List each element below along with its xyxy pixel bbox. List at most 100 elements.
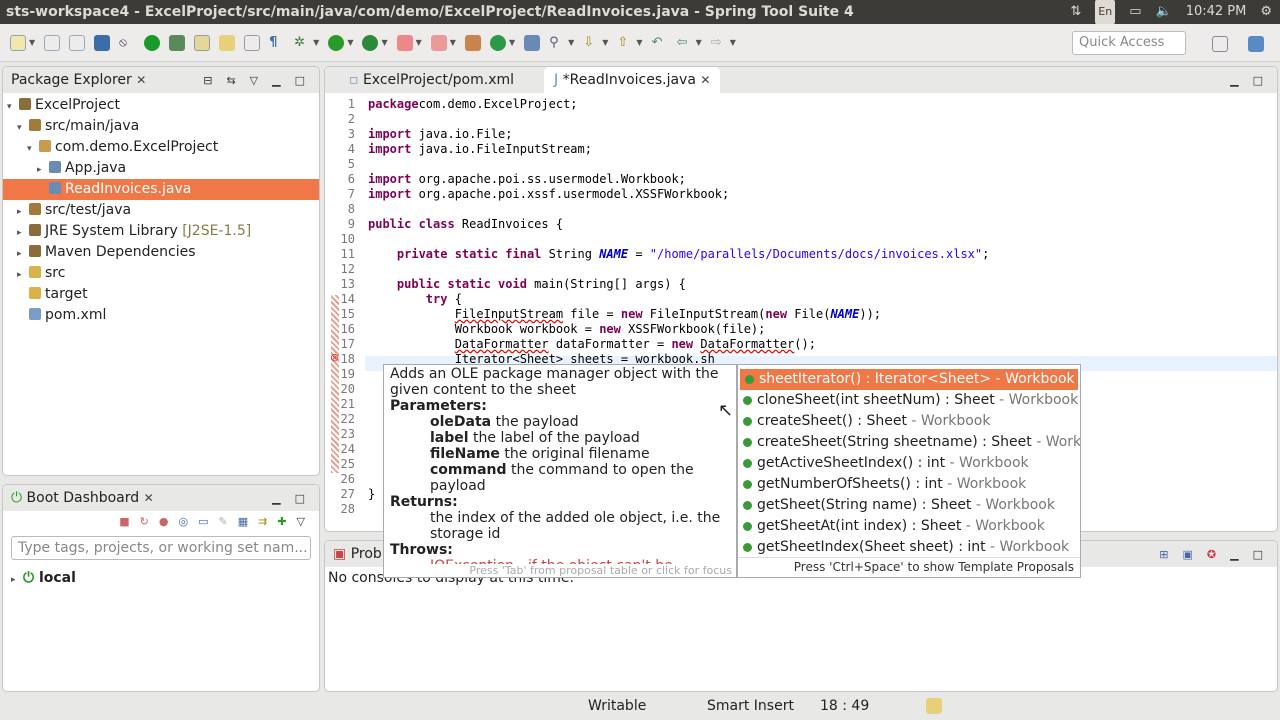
progress-icon[interactable]: [926, 698, 942, 714]
expand-arrow-icon[interactable]: ▸: [17, 202, 29, 223]
terminal-icon[interactable]: [94, 34, 111, 51]
code-line[interactable]: FileInputStream file = new FileInputStre…: [368, 307, 881, 321]
code-line[interactable]: }: [368, 487, 375, 501]
quick-access-input[interactable]: Quick Access: [1072, 31, 1186, 55]
tab-pom-xml[interactable]: ▫ ExcelProject/pom.xml: [325, 72, 538, 88]
edit-icon[interactable]: ✎: [218, 515, 227, 528]
maximize-icon[interactable]: □: [295, 74, 305, 87]
new-class-icon[interactable]: [489, 34, 506, 51]
minimize-icon[interactable]: ▁: [1230, 548, 1238, 561]
collapse-all-icon[interactable]: ⊟: [203, 74, 212, 87]
close-icon[interactable]: ✕: [144, 491, 154, 505]
battery-icon[interactable]: ▭: [1129, 0, 1141, 24]
forward-icon[interactable]: ⇨: [711, 35, 727, 51]
chevron-down-icon[interactable]: ▼: [450, 38, 456, 47]
chevron-down-icon[interactable]: ▼: [381, 38, 387, 47]
save-icon[interactable]: [44, 34, 61, 51]
javadoc-popup[interactable]: Adds an OLE package manager object with …: [383, 364, 737, 578]
chevron-down-icon[interactable]: ▼: [636, 38, 642, 47]
chevron-down-icon[interactable]: ▼: [29, 38, 35, 47]
open-perspective-icon[interactable]: [1212, 36, 1228, 52]
expand-arrow-icon[interactable]: ▸: [17, 265, 29, 286]
proposal-item[interactable]: getSheetAt(int index) : Sheet - Workbook: [738, 516, 1080, 537]
chevron-down-icon[interactable]: ▼: [313, 38, 319, 47]
mark-occurrences-icon[interactable]: [194, 34, 211, 51]
java-perspective-icon[interactable]: [1248, 36, 1264, 52]
open-browser-icon[interactable]: ◎: [178, 515, 188, 528]
debug-icon[interactable]: ✲: [294, 35, 310, 51]
next-annotation-icon[interactable]: ⇩: [583, 35, 599, 51]
toggle-annotation-icon[interactable]: [219, 34, 236, 51]
volume-icon[interactable]: 🔈: [1156, 0, 1172, 24]
code-line[interactable]: import org.apache.poi.ss.usermodel.Workb…: [368, 172, 686, 186]
tree-item[interactable]: ▸ src/test/java: [3, 200, 319, 221]
template-proposals-hint[interactable]: Press 'Ctrl+Space' to show Template Prop…: [738, 557, 1080, 577]
code-line[interactable]: packagecom.demo.ExcelProject;: [368, 97, 578, 111]
chevron-down-icon[interactable]: ▼: [602, 38, 608, 47]
stop-icon[interactable]: ■: [119, 515, 129, 528]
minimize-icon[interactable]: ▁: [1230, 74, 1238, 87]
tree-item[interactable]: ▾ com.demo.ExcelProject: [3, 137, 319, 158]
tree-item[interactable]: pom.xml: [3, 305, 319, 326]
link-editor-icon[interactable]: ⇆: [226, 74, 235, 87]
console-icon[interactable]: ▭: [198, 515, 208, 528]
code-line[interactable]: public class ReadInvoices {: [368, 217, 563, 231]
package-explorer-tab[interactable]: Package Explorer ✕: [11, 72, 146, 88]
maximize-icon[interactable]: □: [1253, 74, 1263, 87]
new-package-icon[interactable]: [464, 34, 481, 51]
tree-item[interactable]: ▾ ExcelProject: [3, 95, 319, 116]
maximize-icon[interactable]: □: [295, 492, 305, 505]
code-line[interactable]: import java.io.File;: [368, 127, 513, 141]
expose-icon[interactable]: ⇉: [258, 515, 267, 528]
tree-item[interactable]: target: [3, 284, 319, 305]
run-icon[interactable]: [328, 34, 345, 51]
stop-icon[interactable]: [396, 34, 413, 51]
code-line[interactable]: DataFormatter dataFormatter = new DataFo…: [368, 337, 816, 351]
skip-breakpoints-icon[interactable]: ⦸: [119, 35, 135, 51]
close-icon[interactable]: ✕: [700, 73, 710, 87]
keyboard-language[interactable]: En: [1095, 0, 1116, 24]
code-line[interactable]: Workbook workbook = new XSSFWorkbook(fil…: [368, 322, 766, 336]
block-selection-icon[interactable]: [244, 34, 261, 51]
tree-item[interactable]: ReadInvoices.java: [3, 179, 319, 200]
minimize-icon[interactable]: ▁: [272, 492, 280, 505]
last-edit-icon[interactable]: ↶: [652, 35, 668, 51]
network-icon[interactable]: ⇅: [1070, 0, 1081, 24]
proposal-item[interactable]: getSheetIndex(Sheet sheet) : int - Workb…: [738, 537, 1080, 558]
view-menu-icon[interactable]: ▽: [297, 515, 305, 528]
show-whitespace-icon[interactable]: ¶: [269, 35, 285, 51]
expand-arrow-icon[interactable]: ▸: [17, 223, 29, 244]
proposal-item[interactable]: getNumberOfSheets() : int - Workbook: [738, 474, 1080, 495]
run-external-icon[interactable]: [362, 34, 379, 51]
open-folder-icon[interactable]: [524, 34, 541, 51]
tab-problems[interactable]: ▣ Probl: [333, 546, 386, 562]
chevron-down-icon[interactable]: ▼: [730, 38, 736, 47]
proposal-item[interactable]: sheetIterator() : Iterator<Sheet> - Work…: [740, 369, 1078, 390]
code-line[interactable]: public static void main(String[] args) {: [368, 277, 686, 291]
restart-icon[interactable]: ↻: [140, 515, 149, 528]
chevron-down-icon[interactable]: ▼: [347, 38, 353, 47]
close-icon[interactable]: ✕: [136, 73, 146, 87]
expand-arrow-icon[interactable]: ▸: [37, 160, 49, 181]
proposal-item[interactable]: getActiveSheetIndex() : int - Workbook: [738, 453, 1080, 474]
maximize-icon[interactable]: □: [1253, 548, 1263, 561]
tab-readinvoices-java[interactable]: J *ReadInvoices.java ✕: [544, 67, 721, 93]
tree-item[interactable]: ▾ src/main/java: [3, 116, 319, 137]
clock[interactable]: 10:42 PM: [1186, 0, 1247, 24]
save-all-icon[interactable]: [69, 34, 86, 51]
search-icon[interactable]: ⚲: [549, 35, 565, 51]
back-icon[interactable]: ⇦: [677, 35, 693, 51]
expand-arrow-icon[interactable]: ▾: [7, 97, 19, 118]
filter-input[interactable]: Type tags, projects, or working set nam.…: [11, 536, 311, 560]
chevron-down-icon[interactable]: ▼: [696, 38, 702, 47]
target-local[interactable]: ▸ ⏻ local: [3, 564, 319, 592]
tree-item[interactable]: ▸ Maven Dependencies: [3, 242, 319, 263]
settings-gear-icon[interactable]: ⚙: [1260, 0, 1272, 24]
minimize-icon[interactable]: ▁: [272, 74, 280, 87]
relaunch-icon[interactable]: [430, 34, 447, 51]
code-line[interactable]: private static final String NAME = "/hom…: [368, 247, 989, 261]
tree-item[interactable]: ▸ src: [3, 263, 319, 284]
tree-item[interactable]: ▸ JRE System Library [J2SE-1.5]: [3, 221, 319, 242]
boot-dashboard-tab[interactable]: ⏻ Boot Dashboard ✕: [11, 490, 154, 506]
debug-icon[interactable]: ●: [159, 515, 169, 528]
